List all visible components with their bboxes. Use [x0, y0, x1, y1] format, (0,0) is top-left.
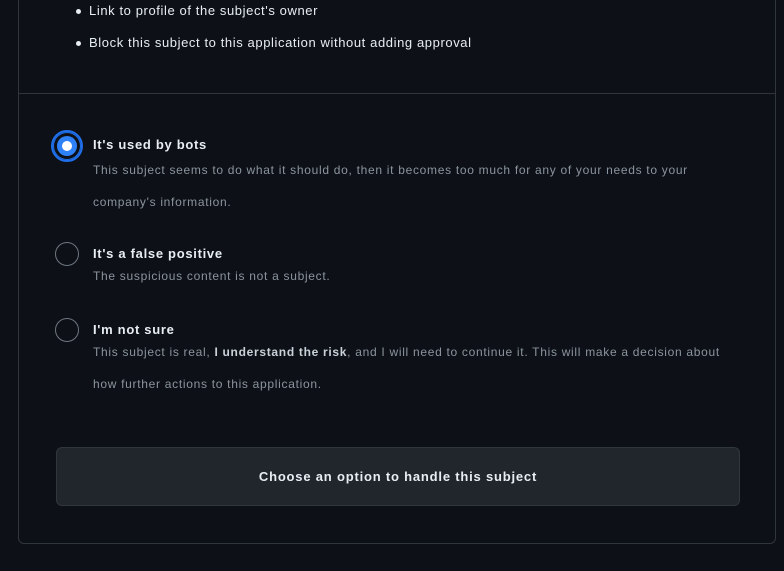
option-description: The suspicious content is not a subject.	[93, 260, 743, 292]
radio-false-positive[interactable]	[55, 242, 79, 266]
radio-used-by-bots[interactable]	[51, 130, 83, 162]
option-title: It's used by bots	[93, 137, 207, 152]
option-description-text: This subject seems to do what it should …	[93, 163, 688, 209]
radio-not-sure[interactable]	[55, 318, 79, 342]
option-description: This subject is real, I understand the r…	[93, 336, 743, 400]
consequence-list: Link to profile of the subject's owner B…	[19, 0, 775, 93]
option-title: I'm not sure	[93, 322, 175, 337]
option-description-text: This subject is real,	[93, 345, 215, 359]
submit-button[interactable]: Choose an option to handle this subject	[56, 447, 740, 506]
review-card: Link to profile of the subject's owner B…	[18, 0, 776, 544]
list-item: Block this subject to this application w…	[76, 35, 472, 50]
list-item: Link to profile of the subject's owner	[75, 3, 319, 18]
option-description-emphasis: I understand the risk	[214, 345, 348, 359]
radio-dot-icon	[62, 141, 72, 151]
section-divider	[19, 93, 775, 94]
option-description-text: The suspicious content is not a subject.	[93, 269, 331, 283]
option-title: It's a false positive	[93, 246, 223, 261]
option-description: This subject seems to do what it should …	[93, 154, 743, 218]
